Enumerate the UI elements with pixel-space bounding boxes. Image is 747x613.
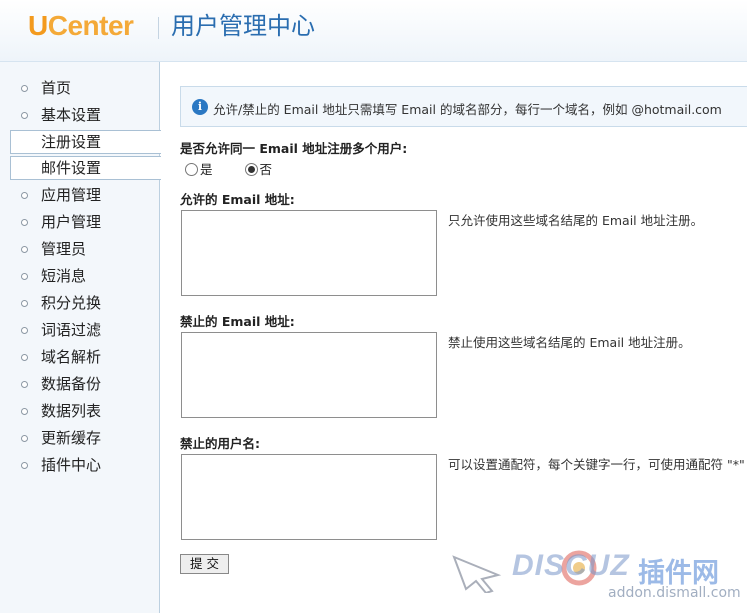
sidebar-item-credit-exchange[interactable]: 积分兑换 [0, 290, 159, 317]
sidebar-item-word-filter[interactable]: 词语过滤 [0, 317, 159, 344]
sidebar-item-data-list[interactable]: 数据列表 [0, 398, 159, 425]
header-divider [158, 17, 159, 39]
bullet-icon [21, 354, 28, 361]
submit-button[interactable]: 提交 [180, 554, 229, 574]
multi-email-label: 是否允许同一 Email 地址注册多个用户: [180, 141, 408, 156]
banned-username-help: 可以设置通配符，每个关键字一行，可使用通配符 "*" 如 [448, 457, 747, 472]
sidebar-item-label: 用户管理 [41, 213, 102, 231]
ucenter-logo[interactable]: UCenter [28, 9, 134, 43]
allowed-email-label: 允许的 Email 地址: [180, 192, 295, 207]
sidebar-item-user-management[interactable]: 用户管理 [0, 209, 159, 236]
sidebar-item-update-cache[interactable]: 更新缓存 [0, 425, 159, 452]
header: UCenter 用户管理中心 [0, 0, 747, 62]
bullet-icon [21, 112, 28, 119]
multi-email-no[interactable]: 否 [244, 159, 273, 178]
bullet-icon [21, 381, 28, 388]
radio-no-label: 否 [259, 162, 273, 177]
sidebar-item-dns[interactable]: 域名解析 [0, 344, 159, 371]
banned-email-label: 禁止的 Email 地址: [180, 314, 295, 329]
sidebar-item-label: 数据列表 [41, 402, 102, 420]
sidebar-item-label: 邮件设置 [41, 159, 102, 177]
bullet-icon [21, 85, 28, 92]
sidebar-item-label: 管理员 [41, 240, 87, 258]
bullet-icon [21, 273, 28, 280]
bullet-icon [21, 408, 28, 415]
sidebar-item-messages[interactable]: 短消息 [0, 263, 159, 290]
bullet-icon [21, 192, 28, 199]
sidebar-item-label: 更新缓存 [41, 429, 102, 447]
sidebar-item-label: 插件中心 [41, 456, 102, 474]
bullet-icon [21, 327, 28, 334]
sidebar-item-backup[interactable]: 数据备份 [0, 371, 159, 398]
allowed-email-help: 只允许使用这些域名结尾的 Email 地址注册。 [448, 213, 704, 228]
banned-username-textarea[interactable] [181, 454, 437, 540]
sidebar-item-mail-settings[interactable]: 邮件设置 [10, 156, 161, 180]
watermark-arrow-icon [452, 555, 502, 593]
sidebar-item-label: 首页 [41, 79, 72, 97]
bullet-icon [21, 300, 28, 307]
sidebar-item-label: 短消息 [41, 267, 87, 285]
sidebar-item-basic-settings[interactable]: 基本设置 [0, 102, 159, 129]
page-title: 用户管理中心 [171, 12, 315, 40]
sidebar-item-label: 基本设置 [41, 106, 102, 124]
sidebar-item-app-management[interactable]: 应用管理 [0, 182, 159, 209]
sidebar-item-admins[interactable]: 管理员 [0, 236, 159, 263]
sidebar-item-home[interactable]: 首页 [0, 75, 159, 102]
sidebar-item-label: 应用管理 [41, 186, 102, 204]
watermark-url: addon.dismall.com [608, 585, 741, 601]
logo-rest: Center [47, 10, 134, 41]
multi-email-radio-group: 是 否 [185, 159, 272, 178]
banned-username-label: 禁止的用户名: [180, 436, 260, 451]
sidebar-item-register-settings[interactable]: 注册设置 [10, 130, 161, 154]
bullet-icon [21, 462, 28, 469]
info-icon: i [192, 99, 208, 115]
sidebar-nav: 首页 基本设置 注册设置 邮件设置 应用管理 用户管理 管理员 短消息 积分兑换… [0, 75, 161, 479]
sidebar-item-label: 注册设置 [41, 133, 102, 151]
banned-email-help: 禁止使用这些域名结尾的 Email 地址注册。 [448, 335, 691, 350]
sidebar-item-label: 词语过滤 [41, 321, 102, 339]
radio-yes[interactable] [185, 163, 198, 176]
tip-text: 允许/禁止的 Email 地址只需填写 Email 的域名部分，每行一个域名，例… [213, 102, 722, 117]
bullet-icon [21, 246, 28, 253]
info-tip: i 允许/禁止的 Email 地址只需填写 Email 的域名部分，每行一个域名… [180, 86, 747, 127]
logo-u: U [28, 10, 48, 41]
watermark-brand: DISCUZ [512, 549, 630, 582]
radio-no[interactable] [244, 163, 258, 176]
bullet-icon [21, 219, 28, 226]
sidebar-item-label: 积分兑换 [41, 294, 102, 312]
multi-email-yes[interactable]: 是 [185, 159, 213, 178]
bullet-icon [21, 435, 28, 442]
sidebar-item-plugins[interactable]: 插件中心 [0, 452, 159, 479]
banned-email-textarea[interactable] [181, 332, 437, 418]
sidebar: 首页 基本设置 注册设置 邮件设置 应用管理 用户管理 管理员 短消息 积分兑换… [0, 62, 161, 613]
watermark: DISCUZ 插件网 addon.dismall.com [452, 545, 742, 605]
sidebar-item-label: 域名解析 [41, 348, 102, 366]
sidebar-item-label: 数据备份 [41, 375, 102, 393]
radio-yes-label: 是 [200, 162, 213, 177]
allowed-email-textarea[interactable] [181, 210, 437, 296]
